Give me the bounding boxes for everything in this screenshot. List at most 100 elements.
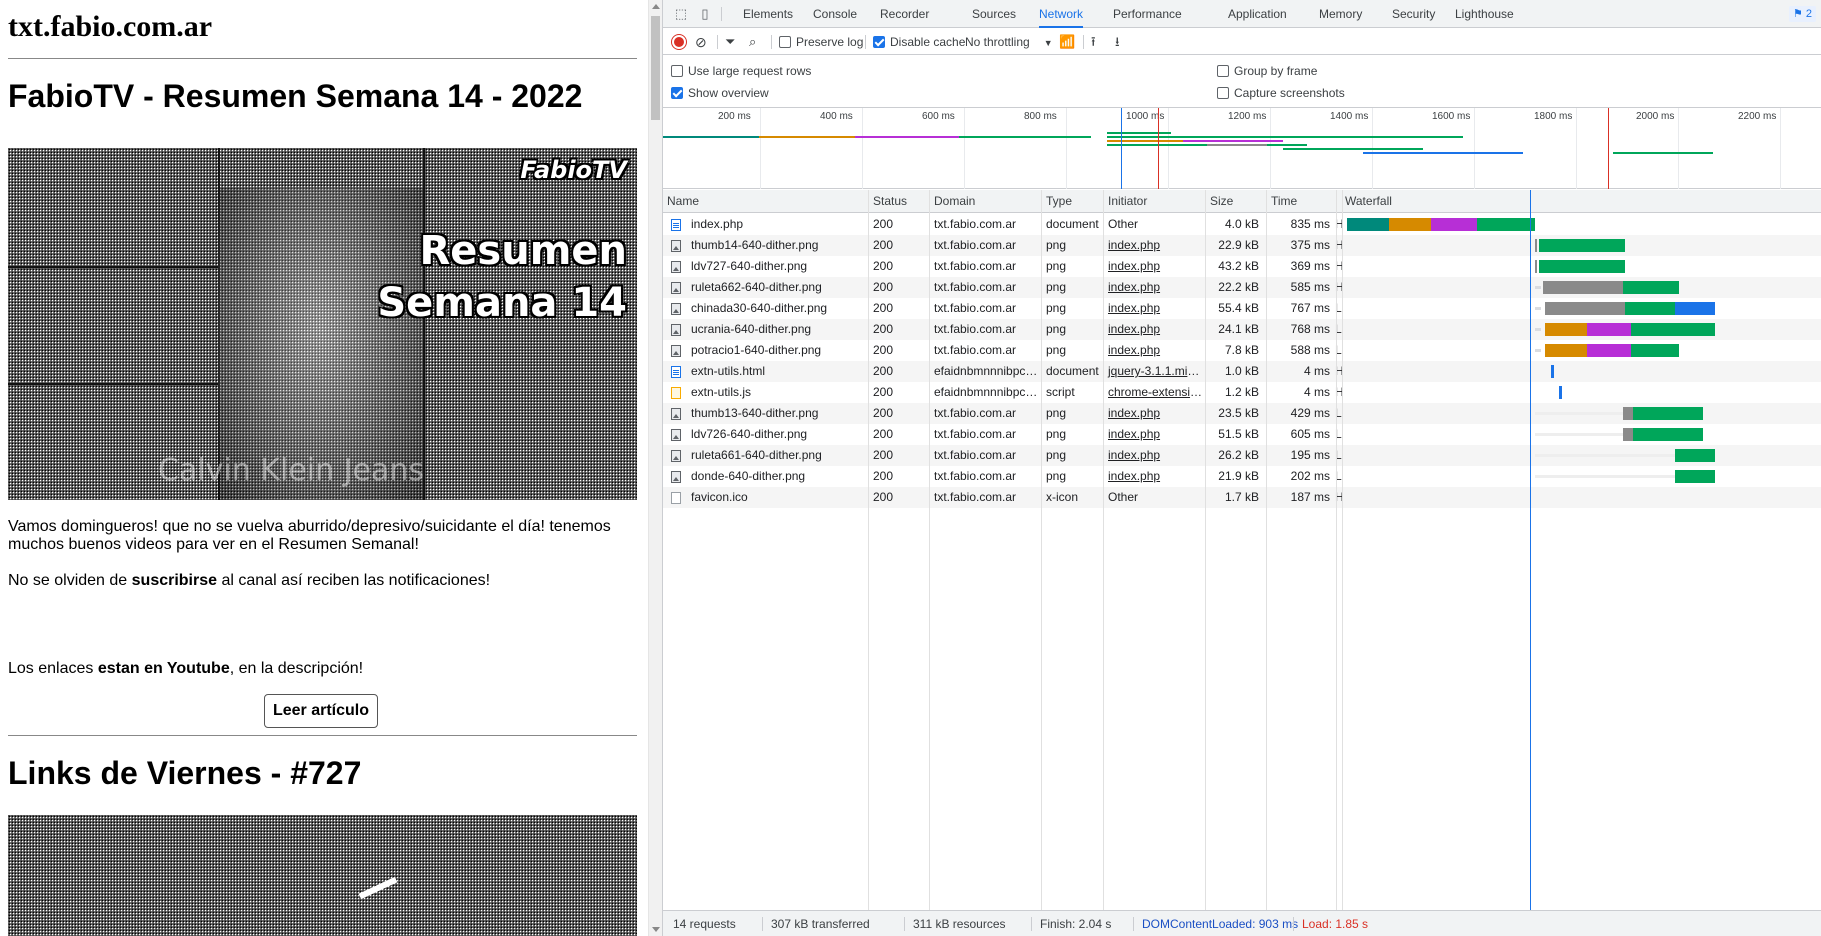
read-article-button[interactable]: Leer artículo (264, 694, 378, 728)
cell-name[interactable]: ldv727-640-dither.png (687, 256, 867, 277)
waterfall-bar[interactable] (1545, 302, 1625, 315)
waterfall-bar[interactable] (1389, 218, 1431, 231)
post-title[interactable]: FabioTV - Resumen Semana 14 - 2022 (8, 78, 582, 115)
cell-initiator[interactable]: index.php (1104, 298, 1204, 319)
column-header-initiator[interactable]: Initiator (1104, 190, 1147, 213)
record-icon[interactable] (672, 35, 686, 49)
waterfall-bar[interactable] (1347, 218, 1389, 231)
page-scrollbar[interactable] (648, 0, 662, 936)
table-row[interactable]: ldv726-640-dither.png 200 txt.fabio.com.ar… (663, 424, 1821, 445)
table-row[interactable]: extn-utils.js 200 efaidnbmnnnibpcajp... scr… (663, 382, 1821, 403)
network-conditions-icon[interactable]: 📶 (1059, 29, 1075, 55)
filter-icon[interactable]: ⏷ (725, 29, 735, 55)
cell-initiator[interactable]: index.php (1104, 256, 1204, 277)
cell-name[interactable]: ucrania-640-dither.png (687, 319, 867, 340)
large-rows-checkbox[interactable]: Use large request rows (671, 64, 811, 78)
waterfall-bar[interactable] (1535, 433, 1623, 436)
cell-name[interactable]: thumb14-640-dither.png (687, 235, 867, 256)
waterfall-bar[interactable] (1535, 475, 1675, 478)
table-row[interactable]: index.php 200 txt.fabio.com.ar document Othe… (663, 214, 1821, 235)
waterfall-bar[interactable] (1431, 218, 1477, 231)
table-row[interactable]: favicon.ico 200 txt.fabio.com.ar x-icon Othe… (663, 487, 1821, 508)
waterfall-bar[interactable] (1539, 239, 1625, 252)
column-header-type[interactable]: Type (1042, 190, 1072, 213)
tab-lighthouse[interactable]: Lighthouse (1455, 0, 1514, 28)
waterfall-bar[interactable] (1587, 323, 1631, 336)
table-row[interactable]: ruleta661-640-dither.png 200 txt.fabio.com… (663, 445, 1821, 466)
waterfall-bar[interactable] (1559, 386, 1562, 399)
cell-initiator[interactable]: index.php (1104, 235, 1204, 256)
tab-application[interactable]: Application (1228, 0, 1287, 28)
group-by-frame-checkbox[interactable]: Group by frame (1217, 64, 1317, 78)
cell-name[interactable]: chinada30-640-dither.png (687, 298, 867, 319)
checkbox-box[interactable] (779, 36, 791, 48)
throttling-select[interactable]: No throttling ▼ (965, 29, 1053, 55)
column-header-size[interactable]: Size (1206, 190, 1233, 213)
waterfall-bar[interactable] (1535, 286, 1541, 289)
post-thumbnail[interactable] (8, 815, 637, 936)
cell-name[interactable]: thumb13-640-dither.png (687, 403, 867, 424)
table-row[interactable]: donde-640-dither.png 200 txt.fabio.com.ar p… (663, 466, 1821, 487)
cell-name[interactable]: extn-utils.html (687, 361, 867, 382)
checkbox-box[interactable] (671, 65, 683, 77)
cell-initiator[interactable]: index.php (1104, 445, 1204, 466)
table-row[interactable]: chinada30-640-dither.png 200 txt.fabio.com… (663, 298, 1821, 319)
waterfall-bar[interactable] (1587, 344, 1631, 357)
cell-name[interactable]: favicon.ico (687, 487, 867, 508)
waterfall-bar[interactable] (1535, 260, 1537, 273)
preserve-log-checkbox[interactable]: Preserve log (779, 29, 863, 55)
waterfall-bar[interactable] (1623, 281, 1679, 294)
cell-initiator[interactable]: jquery-3.1.1.min.js:3 (1104, 361, 1204, 382)
capture-screenshots-checkbox[interactable]: Capture screenshots (1217, 86, 1345, 100)
checkbox-box[interactable] (1217, 87, 1229, 99)
cell-name[interactable]: extn-utils.js (687, 382, 867, 403)
cell-initiator[interactable]: index.php (1104, 466, 1204, 487)
waterfall-bar[interactable] (1535, 239, 1537, 252)
waterfall-bar[interactable] (1633, 428, 1703, 441)
cell-initiator[interactable]: index.php (1104, 277, 1204, 298)
clear-icon[interactable]: ⊘ (695, 29, 707, 55)
column-header-name[interactable]: Name (663, 190, 699, 213)
cell-name[interactable]: ruleta662-640-dither.png (687, 277, 867, 298)
waterfall-bar[interactable] (1539, 260, 1625, 273)
waterfall-bar[interactable] (1625, 302, 1675, 315)
waterfall-bar[interactable] (1543, 281, 1623, 294)
checkbox-box[interactable] (671, 87, 683, 99)
device-toolbar-icon[interactable]: ▯ (697, 6, 713, 22)
waterfall-bar[interactable] (1551, 365, 1554, 378)
cell-initiator[interactable]: index.php (1104, 319, 1204, 340)
waterfall-bar[interactable] (1535, 307, 1541, 310)
cell-initiator[interactable]: index.php (1104, 340, 1204, 361)
cell-initiator[interactable]: chrome-extension:... (1104, 382, 1204, 403)
waterfall-bar[interactable] (1545, 323, 1587, 336)
search-icon[interactable]: ⌕ (749, 29, 756, 55)
waterfall-bar[interactable] (1631, 344, 1679, 357)
checkbox-box[interactable] (1217, 65, 1229, 77)
scroll-up-icon[interactable] (652, 4, 660, 9)
cell-initiator[interactable]: index.php (1104, 403, 1204, 424)
export-har-icon[interactable]: ⭳ (1115, 29, 1120, 55)
table-row[interactable]: ruleta662-640-dither.png 200 txt.fabio.com… (663, 277, 1821, 298)
import-har-icon[interactable]: ⭱ (1091, 29, 1096, 55)
waterfall-bar[interactable] (1675, 470, 1715, 483)
waterfall-bar[interactable] (1631, 323, 1715, 336)
cell-name[interactable]: potracio1-640-dither.png (687, 340, 867, 361)
table-row[interactable]: thumb13-640-dither.png 200 txt.fabio.com.a… (663, 403, 1821, 424)
tab-security[interactable]: Security (1392, 0, 1435, 28)
cell-name[interactable]: index.php (687, 214, 867, 235)
show-overview-checkbox[interactable]: Show overview (671, 86, 769, 100)
network-overview[interactable]: 200 ms 400 ms 600 ms 800 ms 1000 ms 1200 ms 14… (663, 108, 1821, 189)
cell-initiator[interactable]: Other (1104, 487, 1204, 508)
table-row[interactable]: ucrania-640-dither.png 200 txt.fabio.com.a… (663, 319, 1821, 340)
scroll-down-icon[interactable] (652, 927, 660, 932)
waterfall-bar[interactable] (1675, 302, 1715, 315)
tab-performance[interactable]: Performance (1113, 0, 1182, 28)
inspect-element-icon[interactable]: ⬚ (673, 6, 689, 22)
waterfall-bar[interactable] (1535, 349, 1541, 352)
table-row[interactable]: thumb14-640-dither.png 200 txt.fabio.com.a… (663, 235, 1821, 256)
post-title[interactable]: Links de Viernes - #727 (8, 755, 361, 792)
waterfall-bar[interactable] (1477, 218, 1535, 231)
site-title[interactable]: txt.fabio.com.ar (8, 10, 212, 44)
waterfall-bar[interactable] (1675, 449, 1715, 462)
table-row[interactable]: potracio1-640-dither.png 200 txt.fabio.com… (663, 340, 1821, 361)
